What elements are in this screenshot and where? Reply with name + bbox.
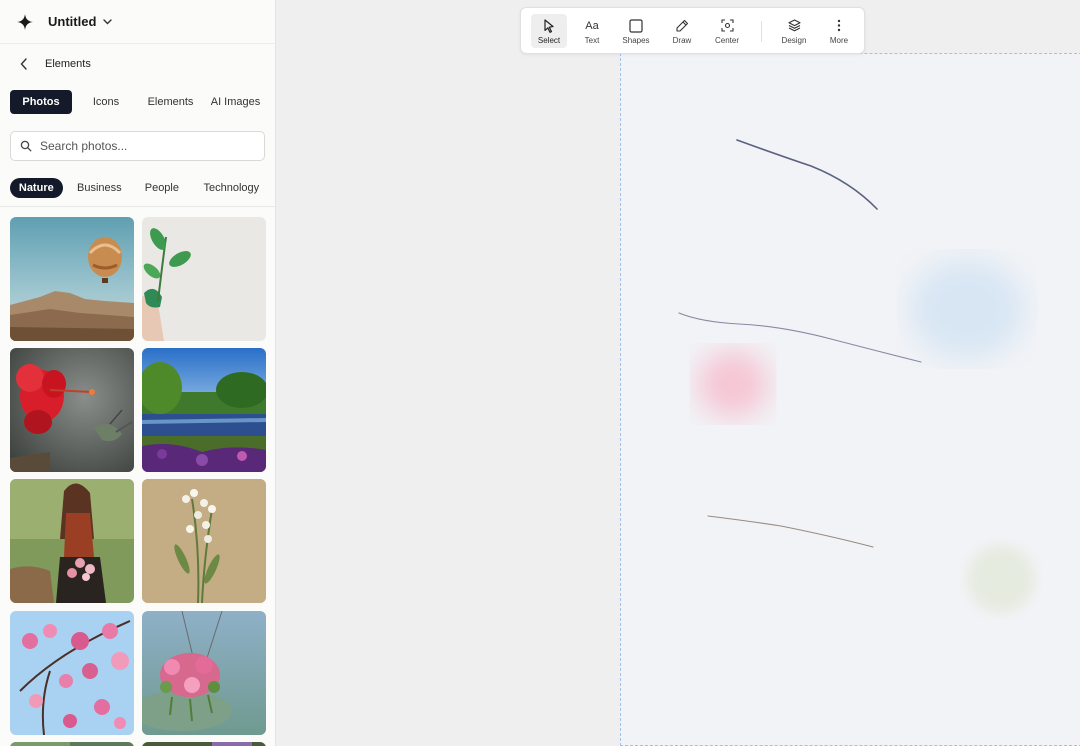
divider xyxy=(0,206,275,207)
document-title-dropdown[interactable]: Untitled xyxy=(48,14,113,29)
white-flowers-photo[interactable] xyxy=(142,479,266,603)
shapes-tool-button[interactable]: Shapes xyxy=(617,14,655,48)
text-aa-icon: Aa xyxy=(585,19,599,32)
chip-technology[interactable]: Technology xyxy=(188,178,275,198)
shapes-tool-label: Shapes xyxy=(622,35,650,45)
design-tool-label: Design xyxy=(781,35,807,45)
back-arrow-icon[interactable] xyxy=(17,57,31,71)
more-vertical-icon xyxy=(837,18,841,34)
text-tool-button[interactable]: Aa Text xyxy=(574,14,610,48)
drawn-stroke-3[interactable] xyxy=(707,515,874,548)
more-tool-label: More xyxy=(829,35,849,45)
canvas-drawing-layer xyxy=(678,139,1035,613)
forest-photo[interactable] xyxy=(10,742,134,746)
center-focus-icon xyxy=(720,18,734,34)
pencil-icon xyxy=(675,18,689,34)
hanging-flowers-photo[interactable] xyxy=(142,611,266,735)
toolbar-divider xyxy=(761,21,762,42)
search-input[interactable] xyxy=(40,139,240,153)
lake-garden-photo[interactable] xyxy=(142,348,266,472)
square-shape-icon xyxy=(629,18,643,34)
drawn-stroke-1[interactable] xyxy=(736,139,878,210)
pink-blossom-photo[interactable] xyxy=(10,611,134,735)
chip-people[interactable]: People xyxy=(136,178,188,198)
center-tool-button[interactable]: Center xyxy=(708,14,746,48)
sparkle-logo-icon[interactable] xyxy=(16,13,34,31)
green-circle-shape[interactable] xyxy=(967,545,1035,613)
pink-blob-shape[interactable] xyxy=(697,350,769,418)
more-tool-button[interactable]: More xyxy=(821,14,857,48)
chip-nature[interactable]: Nature xyxy=(10,178,63,198)
design-tool-button[interactable]: Design xyxy=(775,14,813,48)
layers-icon xyxy=(787,18,801,34)
canvas-toolbar: Select Aa Text Shapes Draw Center Design… xyxy=(520,7,865,54)
select-tool-button[interactable]: Select xyxy=(531,14,567,48)
tab-ai-images[interactable]: AI Images xyxy=(203,90,268,114)
garden-photo[interactable] xyxy=(142,742,266,746)
green-leaf-hand-photo[interactable] xyxy=(142,217,266,341)
text-tool-label: Text xyxy=(584,35,600,45)
search-icon xyxy=(20,140,32,152)
category-tabs: Photos Icons Elements AI Images xyxy=(0,90,275,114)
select-tool-label: Select xyxy=(537,35,561,45)
breadcrumb-label: Elements xyxy=(45,58,91,70)
tab-photos[interactable]: Photos xyxy=(10,90,72,114)
search-box xyxy=(10,131,265,161)
top-bar: Untitled xyxy=(0,0,275,44)
woman-flowers-photo[interactable] xyxy=(10,479,134,603)
breadcrumb: Elements xyxy=(0,44,275,84)
document-title: Untitled xyxy=(48,14,97,29)
cursor-arrow-icon xyxy=(543,18,555,34)
photo-filter-chips: Nature Business People Technology xyxy=(0,178,275,198)
tab-icons[interactable]: Icons xyxy=(74,90,138,114)
tab-elements[interactable]: Elements xyxy=(138,90,203,114)
draw-tool-button[interactable]: Draw xyxy=(664,14,700,48)
draw-tool-label: Draw xyxy=(672,35,692,45)
elements-sidebar: Untitled Elements Photos Icons Elements … xyxy=(0,0,276,746)
design-canvas[interactable] xyxy=(620,53,1080,746)
chip-business[interactable]: Business xyxy=(63,178,136,198)
hibiscus-hummingbird-photo[interactable] xyxy=(10,348,134,472)
hot-air-balloon-photo[interactable] xyxy=(10,217,134,341)
chevron-down-icon xyxy=(103,18,113,25)
center-tool-label: Center xyxy=(714,35,739,45)
blue-blob-shape[interactable] xyxy=(909,259,1025,359)
